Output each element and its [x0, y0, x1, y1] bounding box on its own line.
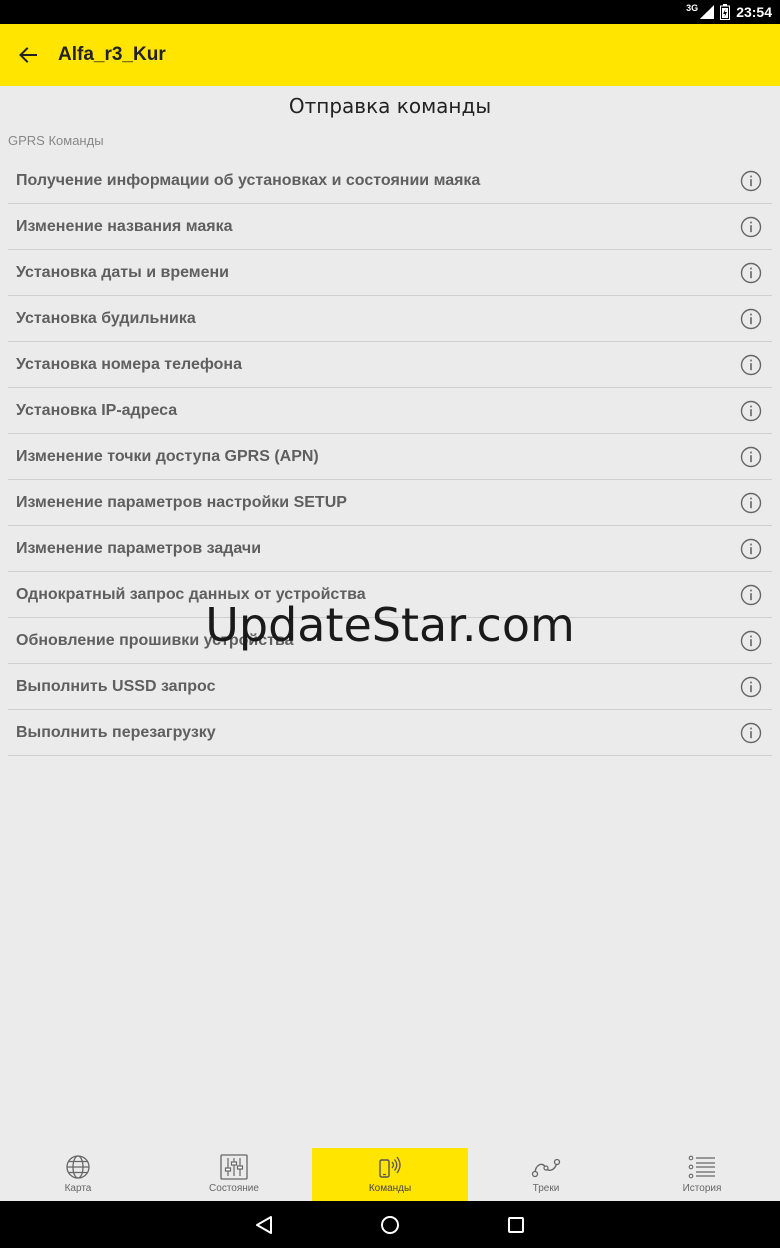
- info-icon: [740, 722, 762, 743]
- system-recents-button[interactable]: [501, 1210, 531, 1240]
- system-home-button[interactable]: [375, 1210, 405, 1240]
- command-item[interactable]: Изменение точки доступа GPRS (APN): [8, 434, 772, 480]
- command-label: Установка номера телефона: [16, 355, 242, 373]
- nav-item-status[interactable]: Состояние: [156, 1148, 312, 1201]
- info-button[interactable]: [740, 538, 762, 560]
- bottom-nav: Карта Состояние Команды Треки История: [0, 1148, 780, 1201]
- command-item[interactable]: Выполнить USSD запрос: [8, 664, 772, 710]
- command-label: Установка IP-адреса: [16, 401, 178, 419]
- battery-icon: [720, 4, 731, 20]
- command-label: Изменение параметров задачи: [16, 539, 262, 557]
- info-icon: [740, 262, 762, 283]
- command-label: Изменение точки доступа GPRS (APN): [16, 447, 319, 465]
- info-button[interactable]: [740, 492, 762, 514]
- section-label: GPRS Команды: [8, 133, 104, 148]
- system-nav-bar: [0, 1201, 780, 1248]
- command-label: Установка будильника: [16, 309, 196, 327]
- command-item[interactable]: Изменение параметров настройки SETUP: [8, 480, 772, 526]
- command-item[interactable]: Установка номера телефона: [8, 342, 772, 388]
- circle-home-icon: [381, 1215, 399, 1234]
- info-icon: [740, 216, 762, 237]
- command-label: Выполнить USSD запрос: [16, 677, 216, 695]
- command-item[interactable]: Установка IP-адреса: [8, 388, 772, 434]
- phone-signal-icon: [379, 1156, 401, 1178]
- nav-item-history[interactable]: История: [624, 1148, 780, 1201]
- info-button[interactable]: [740, 308, 762, 330]
- info-button[interactable]: [740, 216, 762, 238]
- nav-label-tracks: Треки: [532, 1183, 560, 1194]
- info-button[interactable]: [740, 170, 762, 192]
- globe-icon: [66, 1155, 90, 1179]
- list-icon: [688, 1155, 715, 1179]
- sliders-icon: [220, 1154, 248, 1180]
- command-item[interactable]: Изменение названия маяка: [8, 204, 772, 250]
- nav-item-map[interactable]: Карта: [0, 1148, 156, 1201]
- command-label: Выполнить перезагрузку: [16, 723, 216, 741]
- nav-item-commands[interactable]: Команды: [312, 1148, 468, 1201]
- info-icon: [740, 170, 762, 191]
- info-icon: [740, 676, 762, 697]
- command-label: Установка даты и времени: [16, 263, 230, 281]
- nav-label-history: История: [682, 1183, 722, 1194]
- command-item[interactable]: Изменение параметров задачи: [8, 526, 772, 572]
- info-button[interactable]: [740, 354, 762, 376]
- page-title: Отправка команды: [288, 94, 492, 118]
- info-icon: [740, 400, 762, 421]
- nav-item-tracks[interactable]: Треки: [468, 1148, 624, 1201]
- command-item[interactable]: Установка даты и времени: [8, 250, 772, 296]
- arrow-left-icon: [19, 47, 37, 63]
- network-type-label: 3G: [686, 3, 699, 13]
- square-recents-icon: [508, 1216, 524, 1233]
- app-bar: Alfa_r3_Kur: [0, 24, 780, 86]
- nav-label-commands: Команды: [368, 1183, 412, 1194]
- info-icon: [740, 492, 762, 513]
- info-icon: [740, 354, 762, 375]
- status-time: 23:54: [736, 4, 772, 20]
- system-back-button[interactable]: [249, 1210, 279, 1240]
- command-label: Изменение параметров настройки SETUP: [16, 493, 347, 511]
- route-icon: [531, 1158, 561, 1178]
- command-item[interactable]: Получение информации об установках и сос…: [8, 158, 772, 204]
- nav-label-status: Состояние: [209, 1183, 259, 1194]
- command-label: Изменение названия маяка: [16, 217, 233, 235]
- status-bar: 3G 23:54: [0, 0, 780, 24]
- command-label: Получение информации об установках и сос…: [16, 171, 481, 189]
- command-item[interactable]: Установка будильника: [8, 296, 772, 342]
- nav-label-map: Карта: [64, 1183, 92, 1194]
- info-icon: [740, 446, 762, 467]
- info-button[interactable]: [740, 446, 762, 468]
- info-button[interactable]: [740, 676, 762, 698]
- watermark: UpdateStar.com: [205, 598, 575, 652]
- back-button[interactable]: [0, 24, 56, 86]
- triangle-back-icon: [256, 1215, 272, 1234]
- info-button[interactable]: [740, 722, 762, 744]
- info-icon: [740, 538, 762, 559]
- info-icon: [740, 308, 762, 329]
- command-item[interactable]: Выполнить перезагрузку: [8, 710, 772, 756]
- signal-icon: [700, 5, 715, 19]
- app-title: Alfa_r3_Kur: [58, 44, 166, 65]
- info-button[interactable]: [740, 400, 762, 422]
- command-list: Получение информации об установках и сос…: [8, 158, 772, 756]
- info-button[interactable]: [740, 262, 762, 284]
